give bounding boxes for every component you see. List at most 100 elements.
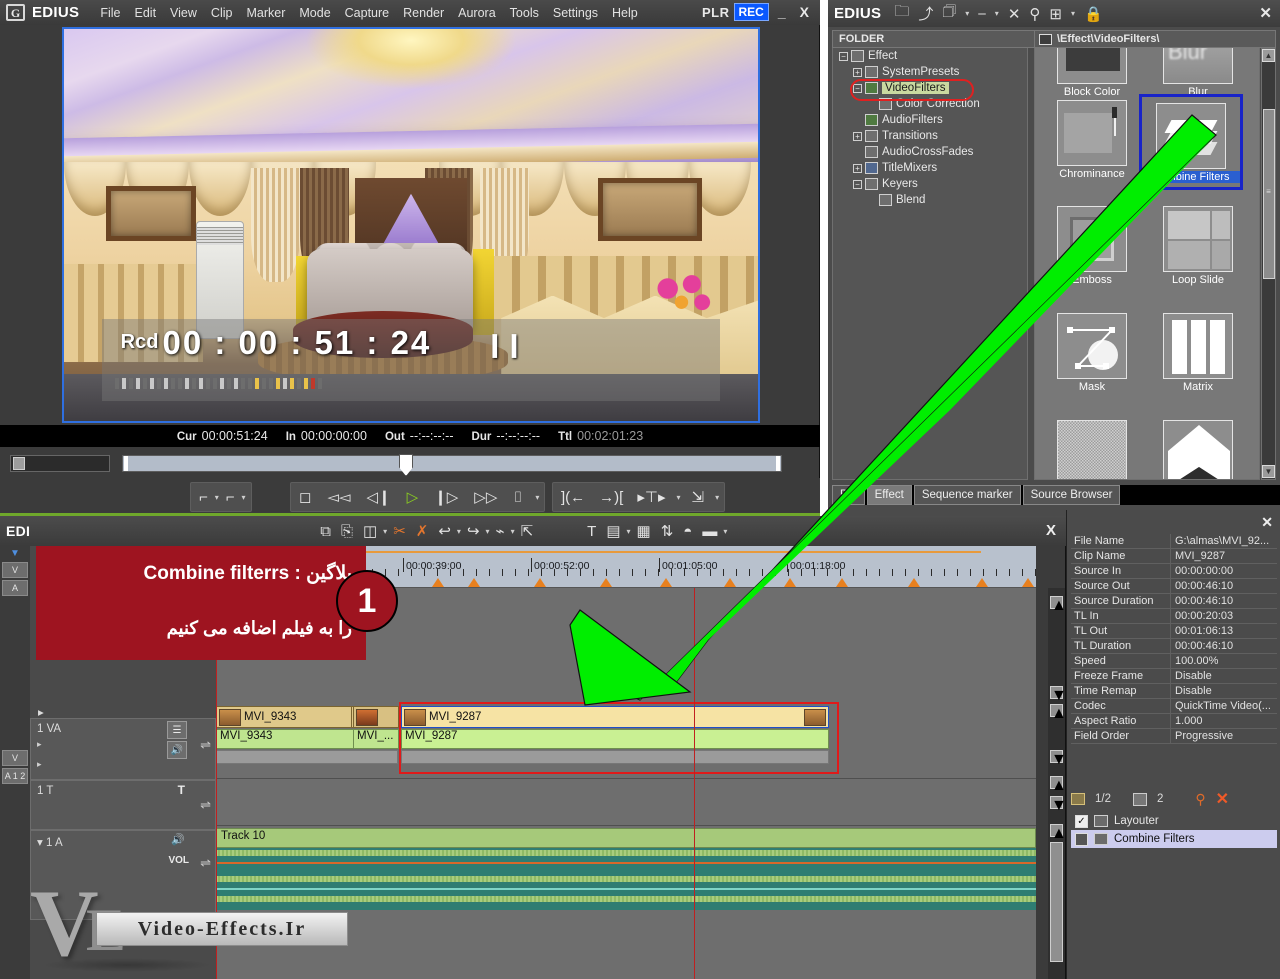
scrollbar-thumb[interactable] xyxy=(1050,842,1063,962)
video-toggle-button-1va[interactable]: V xyxy=(2,750,28,766)
expander-icon[interactable]: − xyxy=(853,83,862,93)
tree-item-keyers[interactable]: − Keyers xyxy=(833,176,1027,192)
expander-icon[interactable]: ▾ xyxy=(37,837,43,849)
delete-icon[interactable]: ✕ xyxy=(1008,5,1021,23)
loop-button[interactable]: ⌷ xyxy=(510,489,525,506)
tree-item-colorcorrection[interactable]: Color Correction xyxy=(833,96,1027,112)
folder-icon[interactable]: 🗀 xyxy=(894,1,909,26)
effect-enable-checkbox[interactable]: ✓ xyxy=(1075,814,1088,828)
timeline-audio-mvi-short[interactable]: MVI_... xyxy=(353,729,399,749)
effect-row-combine-filters[interactable]: Combine Filters xyxy=(1071,830,1277,848)
effect-item-page-curl[interactable] xyxy=(1143,420,1253,479)
audio-toggle-button-1va[interactable]: A 1 2 xyxy=(2,768,28,784)
position-slider[interactable] xyxy=(122,454,782,476)
effect-grid[interactable]: Block Color Blur Blur Chrominance Combin… xyxy=(1034,48,1260,480)
minimize-button[interactable]: _ xyxy=(773,4,791,20)
timecode-dur-value[interactable]: --:--:--:-- xyxy=(496,429,540,443)
mixer-icon[interactable]: ▤ xyxy=(602,522,624,540)
scroll-down-icon[interactable]: ▼ xyxy=(1050,796,1067,814)
mark-in-button[interactable]: ⌐ xyxy=(196,489,211,506)
timeline-audio-track10-header[interactable]: Track 10 xyxy=(216,828,1036,848)
shuttle-control[interactable] xyxy=(10,455,110,472)
add-marker-button[interactable]: ▸⊤▸ xyxy=(634,488,668,506)
expander-icon[interactable]: + xyxy=(853,67,862,77)
tree-item-titlemixers[interactable]: + TitleMixers xyxy=(833,160,1027,176)
applied-effects-list[interactable]: ✓ Layouter Combine Filters xyxy=(1071,812,1277,848)
grid-icon[interactable]: ▦ xyxy=(633,522,655,540)
scroll-up-icon[interactable]: ▲ xyxy=(1050,596,1067,614)
prev-frame-button[interactable]: ◁❙ xyxy=(364,488,394,506)
effect-item-block-color[interactable]: Block Color xyxy=(1037,48,1147,98)
tab-bin[interactable]: Bin xyxy=(832,485,865,505)
effect-item-blur[interactable]: Blur Blur xyxy=(1143,48,1253,98)
list-icon[interactable] xyxy=(1133,792,1147,806)
title-icon[interactable]: T xyxy=(583,523,600,540)
rec-badge[interactable]: REC xyxy=(733,3,769,21)
expander-icon[interactable]: ▸ xyxy=(37,759,42,770)
cut-icon[interactable]: ✂ xyxy=(389,522,410,540)
chevron-down-icon[interactable]: ▾ xyxy=(535,493,539,502)
track-link-icon[interactable]: ⇌ xyxy=(200,737,211,753)
timecode-cur-value[interactable]: 00:00:51:24 xyxy=(202,429,268,443)
timeline-playhead[interactable] xyxy=(694,588,695,979)
timecode-out-value[interactable]: --:--:--:-- xyxy=(410,429,454,443)
chevron-down-icon[interactable]: ▾ xyxy=(1071,9,1075,18)
menu-help[interactable]: Help xyxy=(605,4,645,22)
scroll-up-icon[interactable]: ▲ xyxy=(1050,704,1067,722)
tree-item-videofilters[interactable]: − VideoFilters xyxy=(833,80,1027,96)
effect-item-mask[interactable]: Mask xyxy=(1037,313,1147,393)
video-preview[interactable]: Rcd 00 : 00 : 51 : 24 ❙❙ xyxy=(62,27,760,423)
menu-aurora[interactable]: Aurora xyxy=(451,4,503,22)
sync-lock-icon[interactable]: ▼ xyxy=(0,546,30,560)
effect-item-loop-slide[interactable]: Loop Slide xyxy=(1143,206,1253,286)
copy-icon[interactable]: ⧉ xyxy=(316,523,335,540)
timeline-close-button[interactable]: X xyxy=(1046,522,1056,539)
rewind-button[interactable]: ◅◅ xyxy=(324,488,353,506)
scroll-down-icon[interactable]: ▼ xyxy=(1262,465,1275,478)
timeline-track-1t[interactable] xyxy=(216,778,1036,826)
scroll-up-icon[interactable]: ▲ xyxy=(1050,824,1067,842)
effect-item-combine-filters[interactable]: Combine Filters xyxy=(1139,94,1243,190)
key-icon[interactable]: ⚲ xyxy=(1195,791,1205,808)
chevron-down-icon[interactable]: ▾ xyxy=(486,527,490,536)
chevron-down-icon[interactable]: ▾ xyxy=(715,493,719,502)
chevron-down-icon[interactable]: ▾ xyxy=(242,493,246,502)
timeline-vertical-scrollbar[interactable]: ▲ ▼ ▲ ▼ ▲ ▼ ▲ xyxy=(1048,588,1067,979)
chevron-down-icon[interactable]: ▾ xyxy=(723,527,727,536)
tab-sequence-marker[interactable]: Sequence marker xyxy=(913,485,1021,505)
tree-item-audiocrossfades[interactable]: AudioCrossFades xyxy=(833,144,1027,160)
timeline-clip-mvi-short2[interactable] xyxy=(353,706,399,728)
effect-item-matrix[interactable]: Matrix xyxy=(1143,313,1253,393)
track-header-1va[interactable]: 1 VA ☰ 🔊 ⇌ ▸ ▸ xyxy=(30,718,216,780)
video-mute-icon[interactable]: ☰ xyxy=(167,721,187,739)
lock-icon[interactable]: 🔒 xyxy=(1084,5,1103,23)
menu-marker[interactable]: Marker xyxy=(239,4,292,22)
menu-view[interactable]: View xyxy=(163,4,204,22)
delete-icon[interactable]: ✗ xyxy=(412,522,433,540)
timeline-audio-mvi9287[interactable]: MVI_9287 xyxy=(401,729,829,749)
expander-icon[interactable]: + xyxy=(853,131,862,141)
color-wheel-icon[interactable]: ◓ xyxy=(679,523,696,540)
delete-icon[interactable]: ✕ xyxy=(1216,789,1229,809)
import-icon[interactable]: ⎯ xyxy=(978,5,986,22)
effect-item-noise[interactable] xyxy=(1037,420,1147,479)
chevron-down-icon[interactable]: ▾ xyxy=(383,527,387,536)
expander-icon[interactable]: + xyxy=(853,163,862,173)
razor-icon[interactable]: ⌁ xyxy=(492,522,509,540)
audio-mute-icon[interactable]: 🔊 xyxy=(171,833,185,846)
up-folder-icon[interactable]: ⤴ xyxy=(918,3,933,24)
export-icon[interactable]: ⇱ xyxy=(517,522,538,540)
play-button[interactable]: ▷ xyxy=(404,488,422,506)
set-in-button[interactable]: ](← xyxy=(558,489,588,506)
track-expander-row[interactable]: ▸ xyxy=(30,706,216,719)
effect-item-emboss[interactable]: Emboss xyxy=(1037,206,1147,286)
paste-icon[interactable]: ⎘ xyxy=(337,523,357,540)
effect-enable-checkbox[interactable] xyxy=(1075,832,1088,846)
stop-button[interactable]: ◻ xyxy=(296,488,314,506)
chevron-down-icon[interactable]: ▾ xyxy=(676,493,680,502)
layout-icon[interactable]: ▬ xyxy=(698,523,721,540)
information-close-button[interactable]: ✕ xyxy=(1261,514,1273,531)
search-icon[interactable]: ⚲ xyxy=(1029,5,1040,23)
export-still-button[interactable]: ⇲ xyxy=(688,488,707,506)
expander-icon[interactable]: ▸ xyxy=(37,739,42,750)
